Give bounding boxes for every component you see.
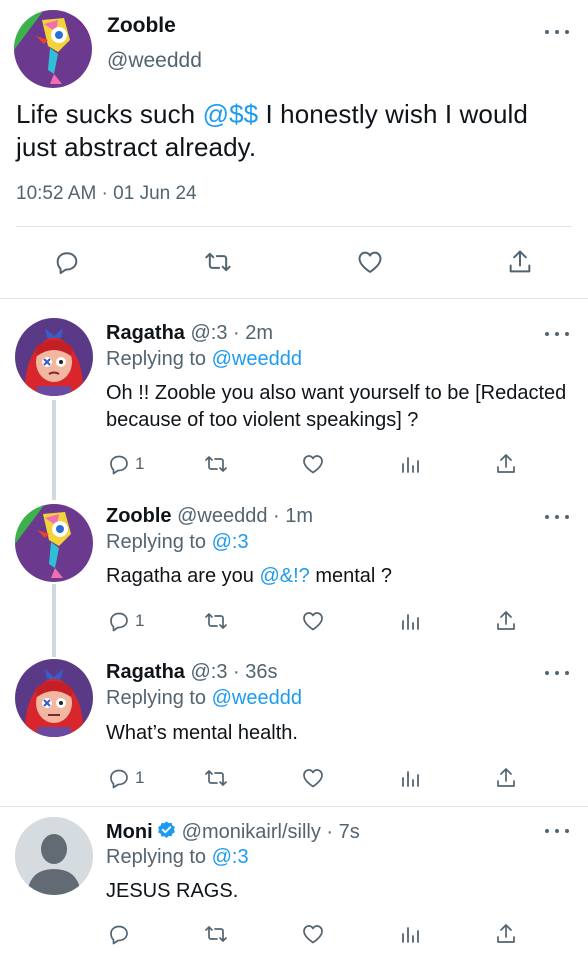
author-handle[interactable]: @weeddd	[107, 49, 202, 73]
author-name[interactable]: Zooble	[107, 14, 176, 38]
main-tweet: Zooble @weeddd Life sucks such @$$ I hon…	[0, 0, 588, 298]
replying-to-line: Replying to @:3	[106, 846, 249, 868]
reply-text: Ragatha are you @&!? mental ?	[106, 565, 393, 587]
divider	[0, 806, 588, 807]
replying-to-link[interactable]: @weeddd	[212, 687, 302, 709]
tweet-text: Life sucks such @$$ I honestly wish I wo…	[16, 99, 528, 162]
replying-to-link[interactable]: @:3	[212, 531, 249, 553]
reply-tweet: Ragatha @:3 · 36s Replying to @weeddd Wh…	[0, 655, 588, 805]
ragatha-avatar[interactable]	[15, 659, 93, 737]
retweet-icon[interactable]	[202, 609, 230, 633]
more-options-icon[interactable]	[545, 668, 569, 678]
reply-header: Ragatha @:3 · 2m	[106, 322, 273, 345]
replying-to-line: Replying to @:3	[106, 531, 249, 553]
reply-header: Moni @monikairl/silly · 7s	[106, 820, 360, 847]
reply-tweet: Zooble @weeddd · 1m Replying to @:3 Raga…	[0, 500, 588, 650]
replying-to-link[interactable]: @weeddd	[212, 348, 302, 370]
reply-count: 1	[135, 768, 145, 787]
more-options-icon[interactable]	[545, 27, 569, 37]
reply-author-name[interactable]: Moni	[106, 821, 153, 843]
reply-author-meta[interactable]: @weeddd · 1m	[177, 505, 313, 527]
reply-icon	[110, 769, 128, 789]
divider	[16, 226, 572, 227]
reply-action[interactable]: 1	[107, 609, 144, 633]
reply-icon	[110, 612, 128, 632]
verified-badge-icon	[156, 820, 177, 847]
zooble-avatar[interactable]	[14, 10, 92, 88]
share-icon[interactable]	[494, 609, 518, 633]
retweet-icon[interactable]	[202, 922, 230, 946]
reply-author-name[interactable]: Ragatha	[106, 661, 185, 683]
reply-author-meta[interactable]: @:3 · 2m	[190, 322, 273, 344]
more-options-icon[interactable]	[545, 826, 569, 836]
zooble-avatar[interactable]	[15, 504, 93, 582]
reply-action[interactable]: 1	[107, 766, 144, 790]
reply-tweet: Ragatha @:3 · 2m Replying to @weeddd Oh …	[0, 310, 588, 490]
like-icon[interactable]	[300, 452, 326, 476]
ragatha-avatar[interactable]	[15, 318, 93, 396]
reply-icon[interactable]	[107, 922, 131, 946]
reply-count: 1	[135, 611, 145, 630]
reply-icon[interactable]	[53, 248, 81, 276]
analytics-icon[interactable]	[398, 452, 422, 476]
replying-to-link[interactable]: @:3	[212, 846, 249, 868]
divider	[0, 298, 588, 299]
like-icon[interactable]	[300, 922, 326, 946]
tweet-timestamp[interactable]: 10:52 AM · 01 Jun 24	[16, 183, 197, 205]
like-icon[interactable]	[355, 248, 385, 276]
reply-icon	[110, 455, 128, 475]
retweet-icon[interactable]	[202, 452, 230, 476]
reply-action[interactable]: 1	[107, 452, 144, 476]
replying-to-line: Replying to @weeddd	[106, 687, 302, 709]
reply-author-meta[interactable]: @:3 · 36s	[190, 661, 277, 683]
reply-text: JESUS RAGS.	[106, 880, 239, 902]
analytics-icon[interactable]	[398, 766, 422, 790]
reply-tweet: Moni @monikairl/silly · 7s Replying to @:…	[0, 812, 588, 960]
more-options-icon[interactable]	[545, 329, 569, 339]
reply-header: Zooble @weeddd · 1m	[106, 505, 313, 528]
reply-header: Ragatha @:3 · 36s	[106, 661, 277, 684]
analytics-icon[interactable]	[398, 922, 422, 946]
like-icon[interactable]	[300, 766, 326, 790]
reply-text: Oh !! Zooble you also want yourself to b…	[106, 382, 567, 431]
reply-author-name[interactable]: Zooble	[106, 505, 172, 527]
share-icon[interactable]	[494, 452, 518, 476]
like-icon[interactable]	[300, 609, 326, 633]
reply-count: 1	[135, 454, 145, 473]
default-avatar[interactable]	[15, 817, 93, 895]
mention-link[interactable]: @&!?	[259, 565, 309, 587]
mention-link[interactable]: @$$	[203, 99, 259, 129]
reply-author-name[interactable]: Ragatha	[106, 322, 185, 344]
share-icon[interactable]	[494, 766, 518, 790]
retweet-icon[interactable]	[202, 248, 234, 276]
reply-text: What’s mental health.	[106, 722, 298, 744]
analytics-icon[interactable]	[398, 609, 422, 633]
retweet-icon[interactable]	[202, 766, 230, 790]
replying-to-line: Replying to @weeddd	[106, 348, 302, 370]
share-icon[interactable]	[506, 248, 534, 276]
more-options-icon[interactable]	[545, 512, 569, 522]
share-icon[interactable]	[494, 922, 518, 946]
reply-author-meta[interactable]: @monikairl/silly · 7s	[182, 821, 360, 843]
